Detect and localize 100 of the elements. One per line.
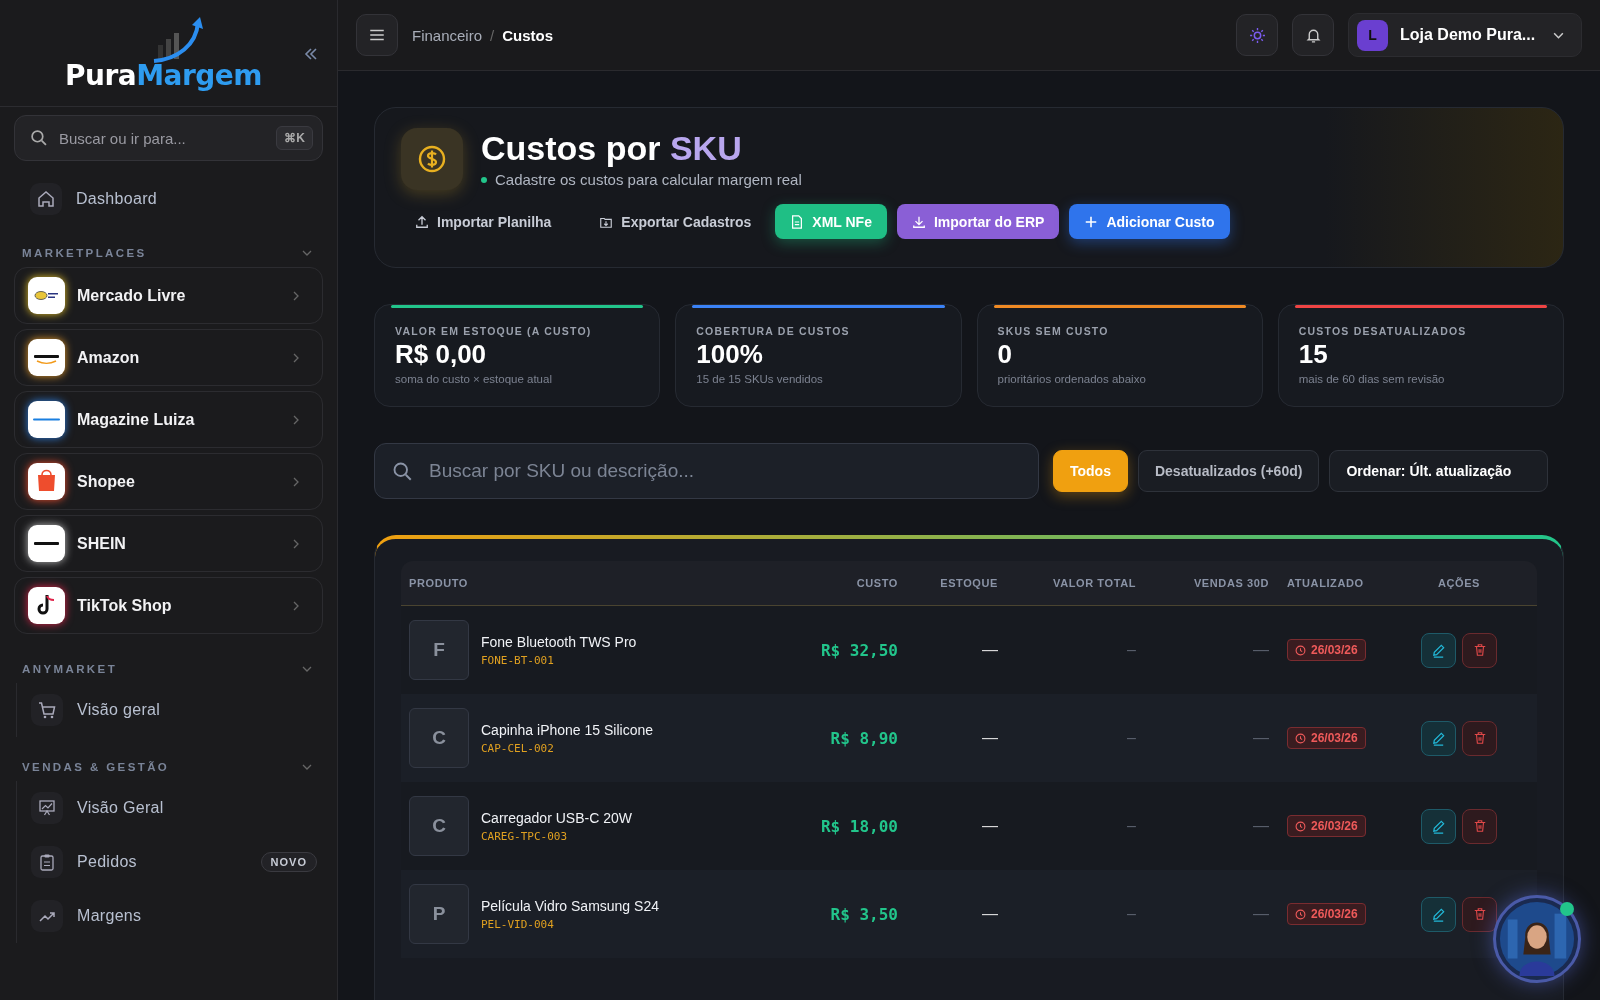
product-sku: CAREG-TPC-003 [481, 829, 569, 843]
action-button[interactable]: Adicionar Custo [1069, 204, 1230, 239]
marketplace-item[interactable]: Shopee [14, 453, 323, 510]
nav-item[interactable]: Dashboard [30, 175, 323, 223]
stat-value: 15 [1298, 339, 1329, 370]
edit-button[interactable] [1421, 720, 1456, 756]
marketplace-item[interactable]: SHEIN [14, 515, 323, 572]
product-name: Fone Bluetooth TWS Pro [481, 633, 637, 650]
stat-value: R$ 0,00 [395, 339, 488, 370]
store-logo-icon [28, 463, 65, 500]
section-title: MARKETPLACES [22, 247, 147, 259]
delete-button[interactable] [1462, 808, 1497, 844]
store-logo-icon [28, 277, 65, 314]
table-cell-text: R$ 18,00 [819, 816, 898, 836]
table-cell-text: R$ 8,90 [829, 728, 898, 748]
file-icon [790, 214, 805, 229]
table-cell-text: – [1126, 905, 1136, 923]
stat-label: SKUS SEM CUSTO [997, 325, 1110, 337]
table-cell-text: — [1252, 817, 1269, 835]
stat-note: prioritários ordenados abaixo [997, 373, 1147, 385]
presentation-icon [31, 792, 63, 824]
stat-label: VALOR EM ESTOQUE (A CUSTO) [395, 325, 593, 337]
avatar-icon [1498, 900, 1576, 978]
store-logo-icon [28, 587, 65, 624]
product-sku: CAP-CEL-002 [481, 741, 555, 755]
column-header: PRODUTO [409, 577, 469, 589]
breadcrumb-separator: / [490, 26, 495, 44]
bell-icon [1304, 26, 1322, 44]
edit-button[interactable] [1421, 808, 1456, 844]
nav-item[interactable]: Visão Geral [31, 781, 323, 835]
upload-icon [415, 214, 429, 229]
delete-button[interactable] [1462, 720, 1497, 756]
cart-icon [31, 694, 63, 726]
column-header: CUSTO [855, 577, 898, 589]
table-cell-text: — [981, 729, 998, 747]
trend-icon [31, 900, 63, 932]
table-cell-text: — [981, 641, 998, 659]
product-sku: FONE-BT-001 [481, 653, 555, 667]
store-logo-icon [28, 401, 65, 438]
clock-icon [1295, 820, 1306, 832]
edit-button[interactable] [1421, 632, 1456, 668]
marketplace-item[interactable]: Amazon [14, 329, 323, 386]
product-name: Capinha iPhone 15 Silicone [481, 721, 653, 738]
marketplace-item[interactable]: Magazine Luiza [14, 391, 323, 448]
updated-date: 26/03/26 [1311, 819, 1358, 833]
dollar-icon [401, 128, 463, 190]
clock-icon [1295, 732, 1306, 744]
clock-icon [1295, 908, 1306, 920]
table-cell-text: R$ 3,50 [829, 904, 898, 924]
table-cell-text: — [981, 905, 998, 923]
pencil-icon [1431, 818, 1446, 834]
pencil-icon [1431, 906, 1446, 922]
section-title: ANYMARKET [22, 663, 118, 675]
trash-icon [1472, 819, 1487, 833]
nav-item[interactable]: Margens [31, 889, 323, 943]
delete-button[interactable] [1462, 632, 1497, 668]
theme-toggle-button[interactable] [1236, 14, 1278, 56]
marketplace-item[interactable]: Mercado Livre [14, 267, 323, 324]
table-cell-text: – [1126, 641, 1136, 659]
updated-date: 26/03/26 [1311, 643, 1358, 657]
page-title: Custos por SKU [481, 129, 743, 168]
action-link[interactable]: Importar Planilha [415, 204, 566, 239]
stat-value: 100% [696, 339, 764, 370]
stat-note: soma do custo × estoque atual [395, 373, 553, 385]
table-cell-text: – [1126, 817, 1136, 835]
account-menu[interactable]: L Loja Demo Pura... [1348, 13, 1582, 57]
menu-button[interactable] [356, 14, 398, 56]
breadcrumb-current: Custos [502, 26, 554, 44]
marketplace-item[interactable]: TikTok Shop [14, 577, 323, 634]
trash-icon [1472, 907, 1487, 921]
column-header: AÇÕES [1436, 577, 1482, 589]
action-link[interactable]: Exportar Cadastros [575, 204, 766, 239]
table-cell-text: — [1252, 729, 1269, 747]
table-cell-text: R$ 32,50 [819, 640, 898, 660]
product-thumbnail: F [409, 620, 469, 680]
action-button[interactable]: Importar do ERP [896, 204, 1060, 239]
nav-item[interactable]: Visão geral [31, 683, 323, 737]
product-thumbnail: C [409, 708, 469, 768]
clipboard-icon [31, 846, 63, 878]
notifications-button[interactable] [1292, 14, 1334, 56]
stat-note: 15 de 15 SKUs vendidos [696, 373, 824, 385]
sort-dropdown[interactable]: Ordenar: Últ. atualização [1329, 450, 1549, 492]
edit-button[interactable] [1421, 896, 1456, 932]
breadcrumb-link[interactable]: Financeiro [412, 26, 483, 44]
trash-icon [1472, 731, 1487, 745]
plus-icon [1084, 214, 1099, 229]
delete-button[interactable] [1462, 896, 1497, 932]
pencil-icon [1431, 642, 1446, 658]
table-cell-text: — [1252, 905, 1269, 923]
search-field[interactable]: Buscar por SKU ou descrição... [374, 443, 1039, 499]
shortcut-key: ⌘K [276, 126, 313, 150]
sun-icon [1248, 26, 1266, 44]
trash-icon [1472, 643, 1487, 657]
collapse-icon[interactable] [303, 46, 319, 62]
filter-chip[interactable]: Desatualizados (+60d) [1137, 450, 1320, 492]
product-name: Película Vidro Samsung S24 [481, 897, 659, 914]
product-thumbnail: P [409, 884, 469, 944]
store-logo-icon [28, 339, 65, 376]
nav-item[interactable]: Pedidos NOVO [31, 835, 323, 889]
stat-value: 0 [997, 339, 1013, 370]
